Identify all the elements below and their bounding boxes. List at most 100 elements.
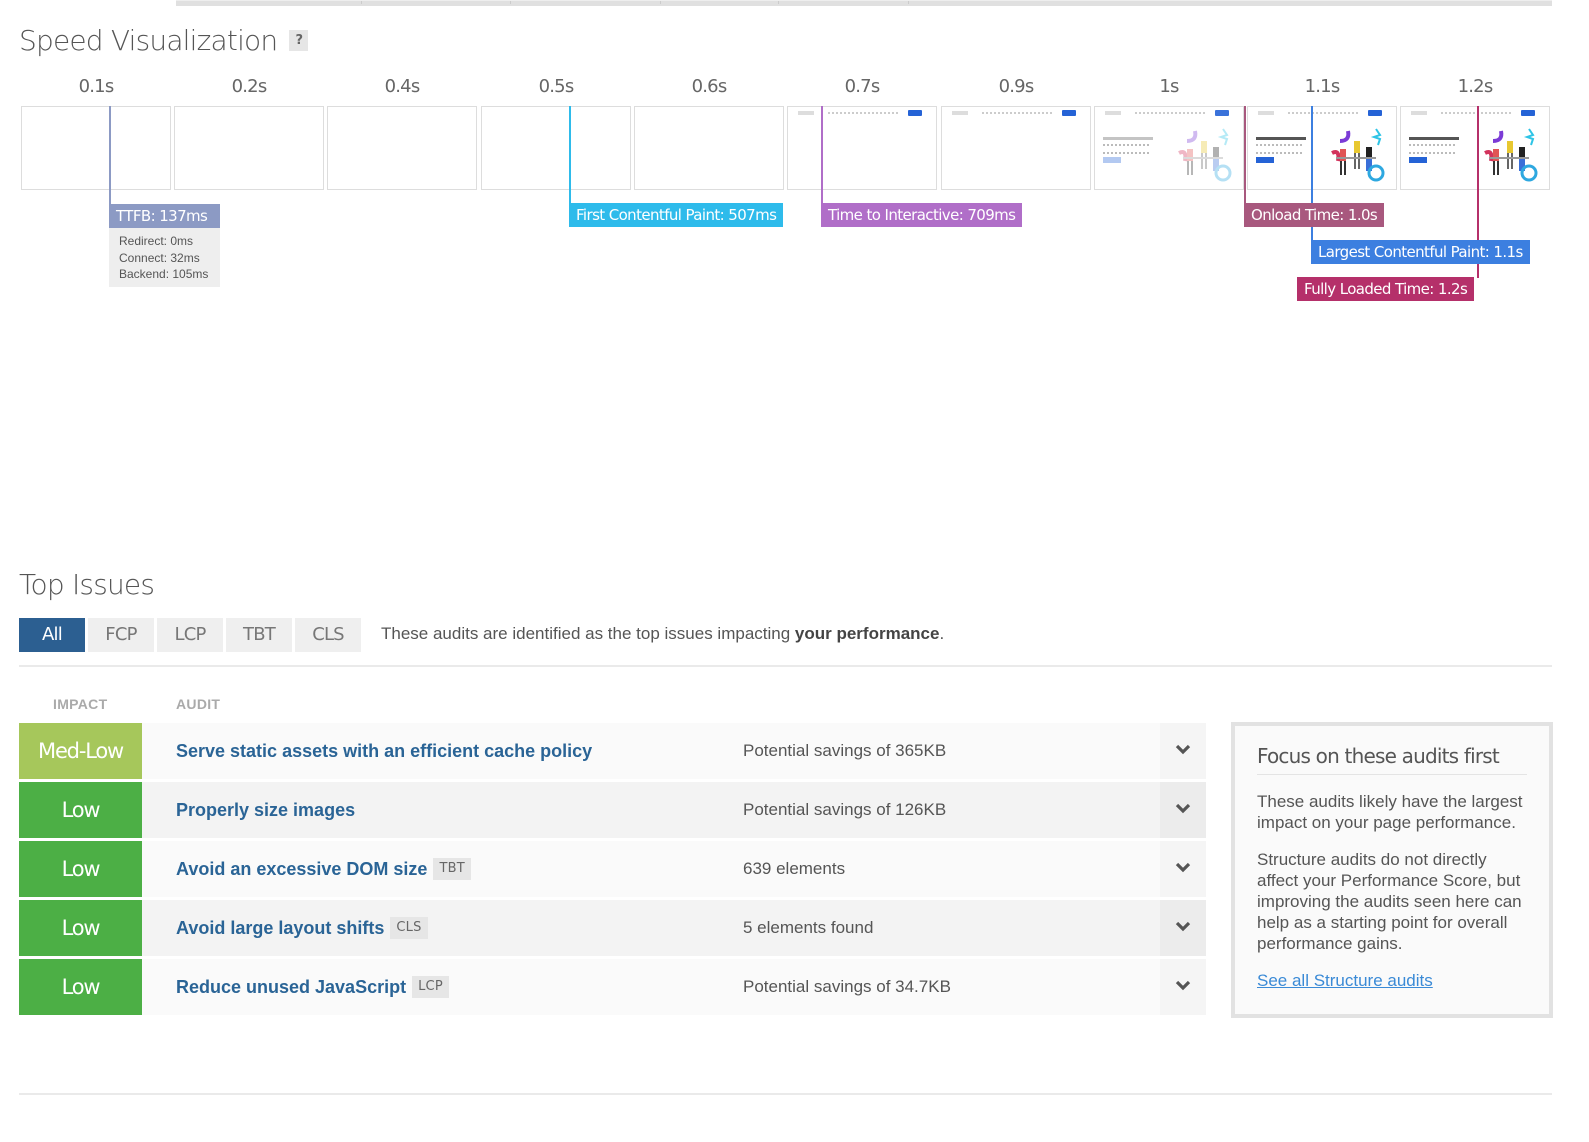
tti-label: Time to Interactive: 709ms xyxy=(821,203,1023,227)
filmstrip-frame[interactable] xyxy=(1094,106,1244,190)
audit-title-text[interactable]: Avoid an excessive DOM size xyxy=(176,841,427,897)
speed-visualization-title: Speed Visualization ? xyxy=(19,24,309,57)
page-heading-thumbnail xyxy=(1256,137,1306,140)
section-title-text: Speed Visualization xyxy=(19,24,278,57)
page-nav-thumbnail xyxy=(1441,112,1511,114)
timeline-tick-label: 1.2s xyxy=(1457,76,1494,97)
focus-box-paragraph: These audits likely have the largest imp… xyxy=(1257,792,1523,832)
audit-row[interactable]: Med-Low Serve static assets with an effic… xyxy=(19,723,1206,779)
audit-title[interactable]: Avoid an excessive DOM size TBT xyxy=(176,841,471,897)
audit-title-text[interactable]: Avoid large layout shifts xyxy=(176,900,384,956)
tab-strip-segment xyxy=(661,1,779,4)
chevron-down-icon xyxy=(1175,919,1191,937)
audit-row[interactable]: Low Reduce unused JavaScript LCP Potential … xyxy=(19,959,1206,1015)
filter-description-prefix: These audits are identified as the top i… xyxy=(381,624,795,643)
audit-value: 5 elements found xyxy=(743,918,874,937)
expand-button[interactable] xyxy=(1160,959,1206,1015)
audit-row[interactable]: Low Avoid large layout shifts CLS 5 element… xyxy=(19,900,1206,956)
filmstrip-frame[interactable] xyxy=(481,106,631,190)
filmstrip-frame[interactable] xyxy=(21,106,171,190)
page-logo-thumbnail xyxy=(1258,111,1274,115)
page-logo-thumbnail xyxy=(952,111,968,115)
filter-description-bold: your performance xyxy=(794,624,940,643)
impact-badge: Low xyxy=(19,841,142,897)
audit-value: Potential savings of 126KB xyxy=(743,800,947,819)
audit-title-text[interactable]: Properly size images xyxy=(176,782,355,838)
expand-button[interactable] xyxy=(1160,782,1206,838)
chevron-down-icon xyxy=(1175,978,1191,996)
ttfb-breakdown: Redirect: 0ms Connect: 32ms Backend: 105… xyxy=(109,228,220,287)
divider xyxy=(19,665,1552,667)
filter-tab-all[interactable]: All xyxy=(19,618,85,652)
page-cta-thumbnail xyxy=(1256,157,1274,163)
illustration-thumbnail xyxy=(1326,123,1388,185)
page-text-thumbnail xyxy=(1256,144,1302,154)
filmstrip-frame[interactable] xyxy=(174,106,324,190)
impact-column-header: IMPACT xyxy=(53,696,108,712)
page-button-thumbnail xyxy=(1062,110,1076,116)
chevron-down-icon xyxy=(1175,742,1191,760)
page-logo-thumbnail xyxy=(798,111,814,115)
tab-strip-segment xyxy=(511,1,661,4)
page-button-thumbnail xyxy=(1521,110,1535,116)
timeline-tick-label: 0.7s xyxy=(844,76,881,97)
page-logo-thumbnail xyxy=(1105,111,1121,115)
page-button-thumbnail xyxy=(1368,110,1382,116)
expand-button[interactable] xyxy=(1160,723,1206,779)
page-nav-thumbnail xyxy=(828,112,898,114)
help-icon[interactable]: ? xyxy=(289,30,309,51)
page-nav-thumbnail xyxy=(1135,112,1205,114)
illustration-thumbnail xyxy=(1173,123,1235,185)
audit-title-text[interactable]: Reduce unused JavaScript xyxy=(176,959,406,1015)
timeline-tick-label: 0.2s xyxy=(231,76,268,97)
timeline-tick-label: 1.1s xyxy=(1304,76,1341,97)
page-logo-thumbnail xyxy=(1411,111,1427,115)
filmstrip-frame[interactable] xyxy=(787,106,937,190)
tab-strip-segment xyxy=(362,1,511,4)
metric-tag: TBT xyxy=(433,858,471,880)
filmstrip-frame[interactable] xyxy=(327,106,477,190)
filmstrip-frame[interactable] xyxy=(1247,106,1397,190)
see-all-structure-audits-link[interactable]: See all Structure audits xyxy=(1257,971,1433,991)
audit-value: 639 elements xyxy=(743,859,846,878)
audit-title[interactable]: Properly size images xyxy=(176,782,355,838)
onload-label: Onload Time: 1.0s xyxy=(1244,203,1385,227)
filmstrip-frame[interactable] xyxy=(634,106,784,190)
divider xyxy=(19,1093,1552,1095)
filter-tab-lcp[interactable]: LCP xyxy=(157,618,223,652)
filter-description: These audits are identified as the top i… xyxy=(381,624,944,644)
tti-marker-line xyxy=(821,106,823,204)
timeline-tick-label: 0.5s xyxy=(538,76,575,97)
illustration-thumbnail xyxy=(1479,123,1541,185)
focus-box-title: Focus on these audits first xyxy=(1257,744,1527,775)
audit-title[interactable]: Reduce unused JavaScript LCP xyxy=(176,959,449,1015)
ttfb-redirect: Redirect: 0ms xyxy=(119,234,194,248)
page-nav-thumbnail xyxy=(1288,112,1358,114)
timeline-tick-label: 0.9s xyxy=(998,76,1035,97)
chevron-down-icon xyxy=(1175,801,1191,819)
top-issues-title: Top Issues xyxy=(19,568,155,601)
lcp-label: Largest Contentful Paint: 1.1s xyxy=(1311,240,1530,264)
audit-row[interactable]: Low Properly size images Potential savings… xyxy=(19,782,1206,838)
audit-row[interactable]: Low Avoid an excessive DOM size TBT 639 ele… xyxy=(19,841,1206,897)
expand-button[interactable] xyxy=(1160,900,1206,956)
timeline-tick-label: 0.4s xyxy=(384,76,421,97)
audit-value: Potential savings of 365KB xyxy=(743,741,947,760)
fcp-label: First Contentful Paint: 507ms xyxy=(569,203,784,227)
audit-title[interactable]: Avoid large layout shifts CLS xyxy=(176,900,428,956)
filter-tab-tbt[interactable]: TBT xyxy=(226,618,292,652)
audit-title[interactable]: Serve static assets with an efficient ca… xyxy=(176,723,592,779)
expand-button[interactable] xyxy=(1160,841,1206,897)
page-cta-thumbnail xyxy=(1409,157,1427,163)
tab-strip-segment xyxy=(176,1,362,4)
impact-badge: Low xyxy=(19,782,142,838)
page-nav-thumbnail xyxy=(982,112,1052,114)
ttfb-marker-line xyxy=(109,106,111,204)
audit-title-text[interactable]: Serve static assets with an efficient ca… xyxy=(176,723,592,779)
filmstrip-frame[interactable] xyxy=(1400,106,1550,190)
audit-column-header: AUDIT xyxy=(176,696,221,712)
filter-tab-fcp[interactable]: FCP xyxy=(88,618,154,652)
filmstrip-frame[interactable] xyxy=(941,106,1091,190)
filter-tab-cls[interactable]: CLS xyxy=(295,618,361,652)
page-button-thumbnail xyxy=(1215,110,1229,116)
